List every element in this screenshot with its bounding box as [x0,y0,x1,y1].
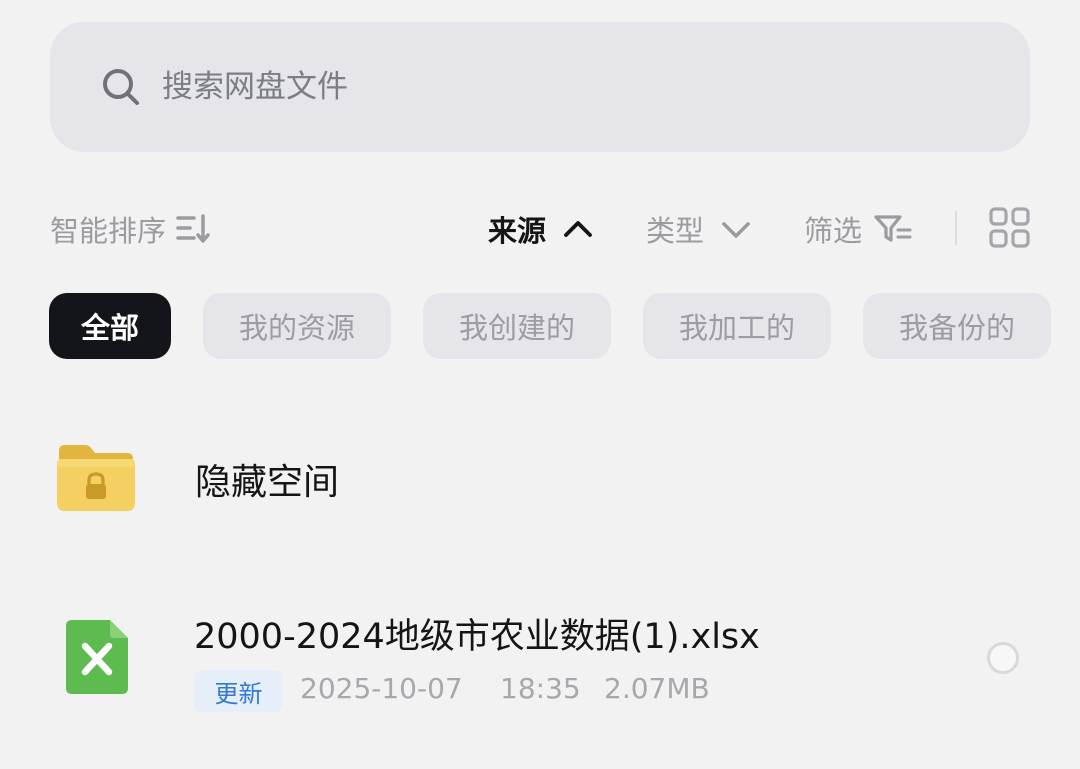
filter-funnel-icon [874,215,912,242]
list-item-xlsx-file[interactable]: 2000-2024地级市农业数据(1).xlsx 更新 2025-10-07 1… [0,590,1080,730]
toolbar-divider [955,211,957,245]
sort-button[interactable]: 智能排序 [50,207,212,251]
chevron-down-icon [722,222,750,238]
sort-lines-icon [176,214,210,243]
file-size: 2.07MB [604,672,710,705]
chip-all[interactable]: 全部 [49,293,171,359]
chip-created-by-me[interactable]: 我创建的 [423,293,611,359]
file-name: 2000-2024地级市农业数据(1).xlsx [194,617,760,657]
chip-backed-up-by-me[interactable]: 我备份的 [863,293,1051,359]
source-label: 来源 [488,214,547,248]
search-icon [103,69,139,105]
excel-file-icon [66,620,128,694]
list-item-hidden-space[interactable]: 隐藏空间 [0,415,1080,540]
type-label: 类型 [646,214,705,248]
file-date: 2025-10-07 [300,672,463,705]
chevron-up-icon [564,221,592,237]
grid-view-icon[interactable] [988,206,1032,250]
source-filter-button[interactable]: 来源 [488,207,596,251]
filter-label: 筛选 [804,214,863,248]
hidden-space-label: 隐藏空间 [195,462,340,503]
locked-folder-icon [57,445,135,511]
select-radio-button[interactable] [987,642,1019,674]
chip-processed-by-me[interactable]: 我加工的 [643,293,831,359]
type-filter-button[interactable]: 类型 [646,207,754,251]
search-input[interactable] [162,64,862,110]
update-badge: 更新 [194,670,283,712]
filter-button[interactable]: 筛选 [804,207,914,251]
file-time: 18:35 [500,672,581,705]
chip-my-resources[interactable]: 我的资源 [203,293,391,359]
sort-label: 智能排序 [50,214,167,248]
